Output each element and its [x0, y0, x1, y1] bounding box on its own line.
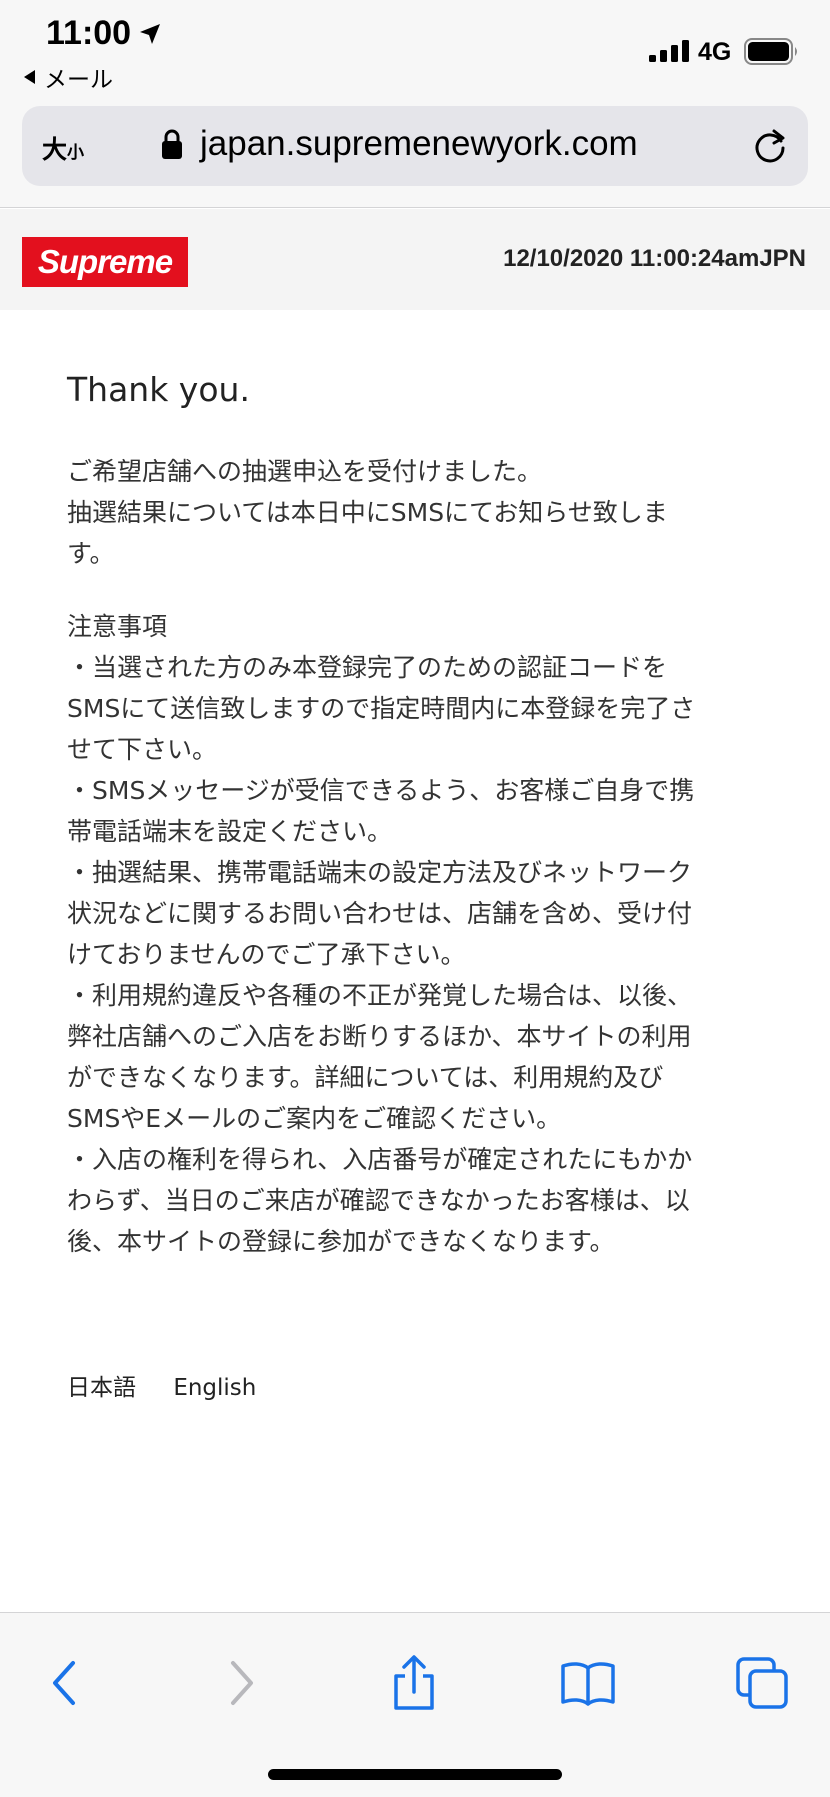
text-size-small-label: 小 [67, 143, 85, 163]
share-button[interactable] [386, 1653, 442, 1713]
back-triangle-icon [24, 70, 35, 84]
back-icon [53, 1661, 75, 1705]
notes-heading: 注意事項 [67, 612, 168, 641]
reload-icon[interactable] [750, 126, 790, 166]
back-button[interactable] [36, 1653, 92, 1713]
notes-line: 後、本サイトの登録に参加ができなくなります。 [67, 1227, 615, 1256]
url-text[interactable]: japan.supremenewyork.com [200, 124, 638, 164]
site-header: Supreme 12/10/2020 11:00:24amJPN [0, 209, 830, 310]
language-link-english[interactable]: English [173, 1375, 256, 1401]
bookmarks-icon [561, 1662, 615, 1706]
supreme-logo[interactable]: Supreme [22, 237, 188, 287]
address-bar[interactable]: 大小 japan.supremenewyork.com [22, 106, 808, 186]
notes-line: ・当選された方のみ本登録完了のための認証コードを [67, 653, 668, 682]
home-indicator[interactable] [268, 1769, 562, 1780]
notes-line: 状況などに関するお問い合わせは、店舗を含め、受け付 [67, 899, 693, 928]
language-switcher: 日本語 English [67, 1368, 256, 1402]
notes-line: ができなくなります。詳細については、利用規約及び [67, 1063, 664, 1092]
screen: 11:00 メール 4G 大小 japan.supremenewyork.com… [0, 0, 830, 1797]
notes-line: 弊社店舗へのご入店をお断りするほか、本サイトの利用 [67, 1022, 692, 1051]
notes-line: せて下さい。 [67, 735, 218, 764]
confirmation-message: Thank you. ご希望店舗への抽選申込を受付けました。 抽選結果については… [67, 366, 787, 1262]
notes-line: ・SMSメッセージが受信できるよう、お客様ご自身で携 [67, 776, 695, 805]
language-link-japanese[interactable]: 日本語 [67, 1368, 136, 1402]
browser-top-chrome: 11:00 メール 4G 大小 japan.supremenewyork.com [0, 0, 830, 208]
notes-paragraph: 注意事項 ・当選された方のみ本登録完了のための認証コードを SMSにて送信致しま… [67, 606, 787, 1262]
status-time: 11:00 [46, 14, 132, 52]
intro-line: す。 [67, 539, 115, 568]
notes-line: ・抽選結果、携帯電話端末の設定方法及びネットワーク [67, 858, 693, 887]
notes-line: けておりませんのでご了承下さい。 [67, 940, 466, 969]
notes-line: 帯電話端末を設定ください。 [67, 817, 393, 846]
location-arrow-icon [140, 24, 160, 44]
intro-paragraph: ご希望店舗への抽選申込を受付けました。 抽選結果については本日中にSMSにてお知… [67, 451, 787, 574]
battery-icon [744, 38, 797, 65]
bookmarks-button[interactable] [560, 1653, 616, 1713]
tabs-button[interactable] [734, 1653, 790, 1713]
forward-icon [231, 1661, 253, 1705]
back-app-label: メール [44, 67, 113, 93]
notes-line: SMSにて送信致しますので指定時間内に本登録を完了さ [67, 694, 696, 723]
browser-toolbar [0, 1612, 830, 1797]
cellular-signal-icon [649, 40, 689, 62]
back-to-app-button[interactable]: メール [24, 60, 113, 94]
notes-line: SMSやEメールのご案内をご確認ください。 [67, 1104, 562, 1133]
text-size-large-label: 大 [42, 135, 68, 164]
intro-line: ご希望店舗への抽選申込を受付けました。 [67, 457, 543, 486]
lock-icon [162, 129, 182, 159]
forward-button[interactable] [214, 1653, 270, 1713]
intro-line: 抽選結果については本日中にSMSにてお知らせ致しま [67, 498, 668, 527]
share-icon [394, 1655, 434, 1710]
header-datetime: 12/10/2020 11:00:24amJPN [503, 245, 806, 272]
notes-line: ・入店の権利を得られ、入店番号が確定されたにもかか [67, 1145, 693, 1174]
notes-line: ・利用規約違反や各種の不正が発覚した場合は、以後、 [67, 981, 693, 1010]
network-type: 4G [698, 38, 732, 66]
text-size-button[interactable]: 大小 [42, 130, 84, 166]
thank-you-heading: Thank you. [67, 370, 250, 409]
notes-line: わらず、当日のご来店が確認できなかったお客様は、以 [67, 1186, 690, 1215]
tabs-icon [736, 1657, 788, 1709]
